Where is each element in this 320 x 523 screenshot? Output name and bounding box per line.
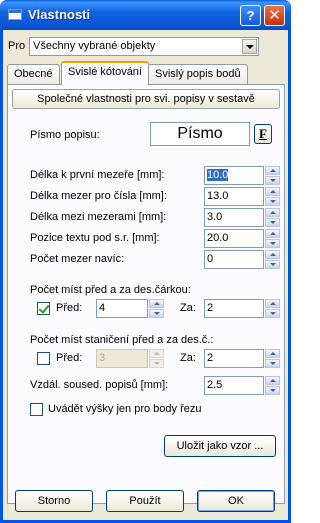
chainage-before-label: Před: [56,352,83,364]
cancel-button[interactable]: Storno [15,490,93,512]
extra-gaps-spinner[interactable] [265,250,280,269]
extra-gaps-label: Počet mezer navíc: [30,253,125,265]
properties-window: Vlastnosti ? ✕ Pro Všechny vybrané objek… [0,0,291,523]
font-picker-button[interactable]: F [254,124,272,144]
chainage-before-input: 3 [96,349,148,368]
only-cuts-checkbox[interactable] [30,403,43,416]
decimal-before-spinner[interactable] [149,299,164,318]
only-cuts-label: Uvádět výšky jen pro body řezu [48,403,202,415]
neighbor-distance-input[interactable]: 2.5 [204,376,264,395]
decimal-places-title: Počet míst před a za des.čárkou: [30,284,191,296]
save-as-template-button[interactable]: Uložit jako vzor ... [164,435,276,457]
chevron-down-icon[interactable] [242,39,257,54]
tab-svisle-kotovani[interactable]: Svislé kótování [61,61,149,85]
tab-label: Obecné [14,68,53,80]
first-gap-label: Délka k první mezeře [mm]: [30,169,165,181]
shared-properties-button[interactable]: Společné vlastnosti pro svi. popisy v se… [12,89,280,109]
decimal-after-label: Za: [180,302,196,314]
extra-gaps-input[interactable]: 0 [204,250,264,269]
chainage-after-label: Za: [180,352,196,364]
dialog-client: Pro Všechny vybrané objekty Obecné Svisl… [3,30,288,520]
apply-button[interactable]: Použít [106,490,184,512]
chainage-places-title: Počet míst staničení před a za des.č.: [30,334,214,346]
window-title: Vlastnosti [28,7,91,22]
number-gap-label: Délka mezer pro čísla [mm]: [30,190,167,202]
title-bar[interactable]: Vlastnosti ? ✕ [0,0,291,30]
tab-label: Svislý popis bodů [155,68,241,80]
chainage-before-checkbox[interactable] [37,352,50,365]
pro-combobox[interactable]: Všechny vybrané objekty [29,37,259,56]
number-gap-spinner[interactable] [265,187,280,206]
decimal-before-label: Před: [56,302,83,314]
first-gap-spinner[interactable] [265,166,280,185]
chainage-before-spinner [149,349,164,368]
window-icon [8,9,22,20]
font-preview: Písmo [150,122,250,146]
tab-panel: Společné vlastnosti pro svi. popisy v se… [7,84,285,504]
between-gaps-input[interactable]: 3.0 [204,208,264,227]
tab-label: Svislé kótování [68,66,142,78]
decimal-before-checkbox[interactable] [37,302,50,315]
decimal-before-input[interactable]: 4 [96,299,148,318]
chainage-after-input[interactable]: 2 [204,349,264,368]
neighbor-distance-label: Vzdál. soused. popisů [mm]: [30,379,169,391]
tab-svisly-popis-bodu[interactable]: Svislý popis bodů [148,64,248,84]
between-gaps-label: Délka mezi mezerami [mm]: [30,211,167,223]
font-label: Písmo popisu: [30,129,100,141]
text-position-spinner[interactable] [265,229,280,248]
text-position-input[interactable]: 20.0 [204,229,264,248]
tab-obecne[interactable]: Obecné [7,64,60,84]
neighbor-distance-spinner[interactable] [265,376,280,395]
text-position-label: Pozice textu pod s.r. [mm]: [30,232,160,244]
help-button[interactable]: ? [240,5,261,26]
pro-label: Pro [8,40,26,52]
decimal-after-input[interactable]: 2 [204,299,264,318]
number-gap-input[interactable]: 13.0 [204,187,264,206]
between-gaps-spinner[interactable] [265,208,280,227]
decimal-after-spinner[interactable] [265,299,280,318]
pro-combobox-value: Všechny vybrané objekty [33,40,156,52]
close-button[interactable]: ✕ [264,5,285,26]
chainage-after-spinner[interactable] [265,349,280,368]
ok-button[interactable]: OK [197,490,275,512]
first-gap-input[interactable]: 10.0 [204,166,264,185]
